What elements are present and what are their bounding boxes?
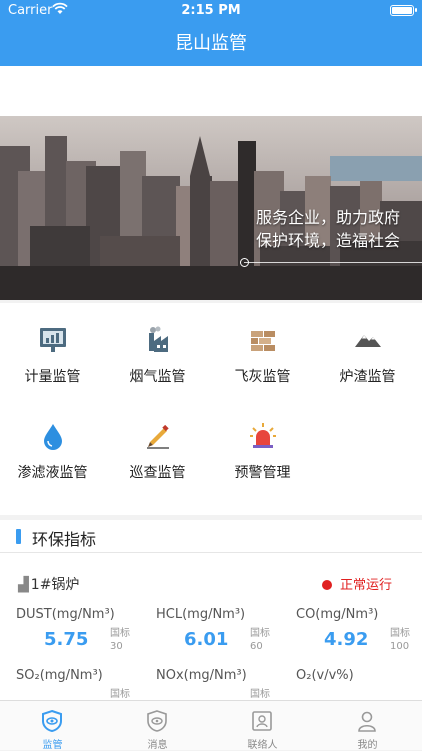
carousel-indicator[interactable]	[240, 258, 249, 267]
banner-slogan: 服务企业，助力政府 保护环境，造福社会	[255, 208, 400, 250]
section-header: 环保指标	[0, 520, 422, 553]
tab-supervision[interactable]: 监管	[0, 701, 105, 751]
menu-label: 烟气监管	[129, 369, 186, 385]
menu-label: 炉渣监管	[339, 369, 396, 385]
pencil-icon	[147, 424, 169, 449]
menu-label: 巡查监管	[129, 465, 186, 481]
page-title: 昆山监管	[0, 22, 422, 66]
status-bar: Carrier 2:15 PM	[0, 0, 422, 22]
metric-co: CO(mg/Nm³) 4.92 国标 100	[296, 607, 410, 652]
feature-menu: 计量监管 烟气监管 飞灰监管 炉渣监管 渗滤液监管 巡查监管 预警管理	[0, 303, 422, 515]
person-icon	[358, 711, 376, 732]
banner[interactable]: 服务企业，助力政府 保护环境，造福社会	[0, 66, 422, 300]
factory-icon	[149, 326, 168, 352]
message-shield-icon	[147, 710, 167, 732]
eye-shield-icon	[42, 709, 62, 733]
water-drop-icon	[44, 424, 62, 450]
contact-card-icon	[252, 711, 272, 731]
clock: 2:15 PM	[181, 3, 241, 18]
menu-item-metering[interactable]: 计量监管	[0, 311, 105, 399]
menu-label: 渗滤液监管	[17, 465, 88, 481]
menu-label: 计量监管	[24, 369, 81, 385]
menu-item-leachate[interactable]: 渗滤液监管	[0, 407, 105, 495]
tab-contacts[interactable]: 联络人	[210, 701, 315, 751]
metric-dust: DUST(mg/Nm³) 5.75 国标 30	[16, 607, 130, 652]
status-badge: 正常运行	[321, 574, 392, 593]
menu-item-warning[interactable]: 预警管理	[210, 407, 315, 495]
menu-item-fly-ash[interactable]: 飞灰监管	[210, 311, 315, 399]
menu-label: 飞灰监管	[234, 369, 291, 385]
menu-label: 预警管理	[234, 465, 291, 481]
status-dot-icon	[321, 580, 332, 590]
menu-item-flue-gas[interactable]: 烟气监管	[105, 311, 210, 399]
section-title: 环保指标	[32, 530, 97, 549]
chart-board-icon	[40, 328, 66, 352]
chimney-icon: ▟	[18, 577, 29, 593]
tab-mine[interactable]: 我的	[315, 701, 420, 751]
boiler-name[interactable]: ▟ 1#锅炉	[18, 574, 79, 594]
tab-bar: 监管 消息 联络人 我的	[0, 700, 422, 751]
mountain-icon	[355, 335, 381, 347]
alarm-light-icon	[250, 423, 276, 448]
menu-item-slag[interactable]: 炉渣监管	[315, 311, 420, 399]
tab-messages[interactable]: 消息	[105, 701, 210, 751]
metric-hcl: HCL(mg/Nm³) 6.01 国标 60	[156, 607, 270, 652]
battery-icon	[390, 5, 417, 16]
menu-item-inspection[interactable]: 巡查监管	[105, 407, 210, 495]
bricks-icon	[251, 331, 275, 351]
